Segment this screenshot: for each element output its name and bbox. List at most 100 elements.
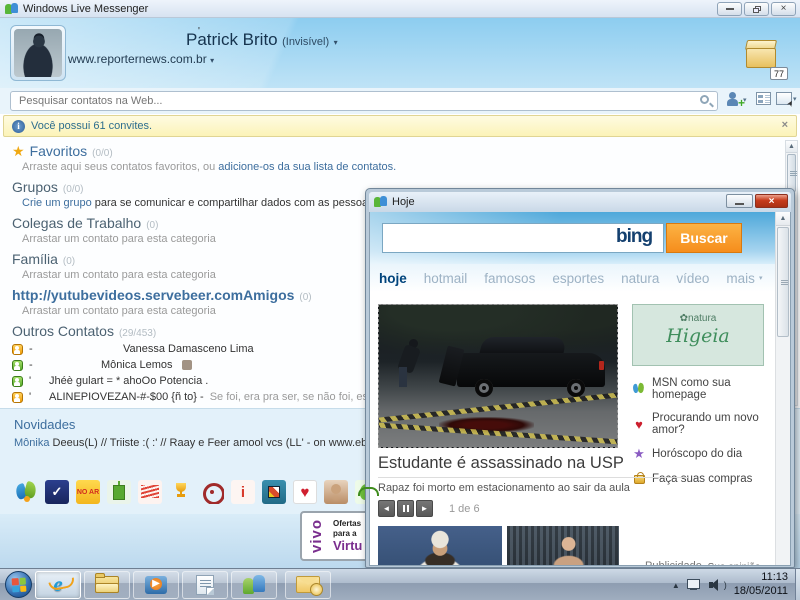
close-button[interactable]: × — [771, 2, 796, 16]
scroll-up-icon[interactable]: ▲ — [786, 141, 797, 153]
status-busy-icon — [12, 344, 23, 355]
hoje-titlebar[interactable]: Hoje × — [369, 192, 791, 212]
tab-hoje[interactable]: hoje — [379, 271, 407, 286]
tab-mais[interactable]: mais — [726, 271, 755, 286]
tab-natura[interactable]: natura — [621, 271, 659, 286]
amor-link[interactable]: ♥ Procurando um novo amor? — [632, 412, 772, 436]
taskbar-outlook-button[interactable] — [285, 571, 331, 599]
view-options-button[interactable] — [756, 92, 771, 105]
cube-icon[interactable] — [262, 480, 286, 504]
add-contact-icon: + — [726, 92, 742, 108]
natura-ad[interactable]: ✿natura Higeia — [632, 304, 764, 366]
invites-notification[interactable]: i Você possui 61 convites. × — [3, 115, 797, 137]
chevron-down-icon: ▾ — [334, 38, 338, 47]
tab-famosos[interactable]: famosos — [484, 271, 535, 286]
volume-icon[interactable] — [709, 579, 723, 591]
minimize-icon — [726, 8, 734, 10]
tab-esportes[interactable]: esportes — [552, 271, 604, 286]
tab-hotmail[interactable]: hotmail — [424, 271, 468, 286]
news-thumbnail-2[interactable] — [507, 526, 619, 566]
mail-button[interactable]: 77 — [742, 44, 782, 74]
msn-homepage-link[interactable]: MSN como sua homepage — [632, 377, 772, 401]
buscar-button[interactable]: Buscar — [666, 223, 742, 253]
news-thumbnail-1[interactable] — [378, 526, 502, 566]
hint-text: Arraste aqui seus contatos favoritos, ou — [22, 161, 218, 173]
link-label: Procurando um novo amor? — [652, 412, 772, 436]
search-input[interactable] — [10, 91, 718, 111]
contact-name: Vanessa Damasceno Lima — [49, 343, 254, 355]
steering-wheel-icon[interactable] — [200, 480, 224, 504]
add-favorites-link[interactable]: adicione-os da sua lista de contatos. — [218, 161, 396, 173]
taskbar-ie-button[interactable]: e — [35, 571, 81, 599]
photo-wheel — [567, 379, 585, 397]
novidades-author-link[interactable]: Mônika — [14, 437, 49, 449]
natura-brand-text: natura — [688, 313, 716, 324]
heart-app-icon[interactable]: ♥ — [293, 480, 317, 504]
scrollbar-thumb[interactable] — [787, 154, 796, 192]
section-count: (29/453) — [119, 328, 156, 339]
section-count: (0) — [63, 256, 75, 267]
contact-name: ALINEPIOVEZAN-#-$00 {ñ to} - — [49, 391, 204, 403]
carousel-next-button[interactable]: ► — [416, 500, 433, 517]
no-ar-icon[interactable]: NO AR — [76, 480, 100, 504]
sua-opiniao-button[interactable]: Sua opinião ▾ — [708, 562, 768, 566]
carousel-prev-button[interactable]: ◄ — [378, 500, 395, 517]
section-name: Outros Contatos — [12, 323, 114, 339]
section-name: Colegas de Trabalho — [12, 215, 141, 231]
carousel-position: 1 de 6 — [449, 503, 480, 515]
search-row: + ▾ ▾ — [0, 88, 800, 114]
hoje-scrollbar[interactable]: ▲ — [775, 212, 790, 565]
trophy-icon[interactable] — [169, 480, 193, 504]
minimize-button[interactable] — [717, 2, 742, 16]
taskbar-messenger-button[interactable] — [231, 571, 277, 599]
carousel-pause-button[interactable] — [397, 500, 414, 517]
taskbar-mediaplayer-button[interactable] — [133, 571, 179, 599]
compras-link[interactable]: Faça suas compras — [632, 472, 772, 486]
taskbar-explorer-button[interactable] — [84, 571, 130, 599]
msn-butterfly-icon[interactable] — [14, 480, 38, 504]
section-hint: Arraste aqui seus contatos favoritos, ou… — [12, 161, 800, 177]
restore-button[interactable] — [744, 2, 769, 16]
news-photo[interactable] — [378, 304, 618, 448]
messenger-titlebar[interactable]: Windows Live Messenger × — [0, 0, 800, 18]
notification-close-icon[interactable]: × — [782, 119, 788, 131]
notification-text: Você possui 61 convites. — [31, 120, 152, 132]
tray-expand-icon[interactable]: ▲ — [672, 581, 680, 590]
scrollbar-thumb[interactable] — [777, 227, 789, 337]
hoje-close-button[interactable]: × — [755, 194, 788, 208]
red-figure-icon[interactable]: i — [231, 480, 255, 504]
news-headline[interactable]: Estudante é assassinado na USP — [378, 454, 698, 473]
section-count: (0) — [299, 292, 311, 303]
status-message-menu[interactable]: www.reporternews.com.br ▾ — [68, 52, 214, 66]
taskbar-notepad-button[interactable] — [182, 571, 228, 599]
section-favoritos[interactable]: ★ Favoritos (0/0) — [12, 143, 800, 161]
share-button[interactable]: ▾ — [776, 92, 797, 105]
photo-app-icon[interactable] — [324, 480, 348, 504]
flag-icon[interactable] — [138, 480, 162, 504]
check-app-icon[interactable]: ✓ — [45, 480, 69, 504]
add-contact-button[interactable]: + ▾ — [726, 92, 747, 108]
search-icon[interactable] — [700, 95, 709, 104]
clock[interactable]: 11:13 18/05/2011 — [734, 571, 794, 599]
natura-product-name: Higeia — [633, 325, 763, 347]
mail-icon-body — [746, 48, 776, 68]
shopping-bag-icon — [632, 472, 646, 486]
tab-video[interactable]: vídeo — [676, 271, 709, 286]
contact-prefix: ' — [29, 375, 43, 387]
create-group-link[interactable]: Crie um grupo — [22, 197, 92, 209]
windows-logo-icon — [12, 578, 27, 593]
user-name-menu[interactable]: Patrick Brito (Invisível) ▾ — [186, 30, 486, 50]
status-message: www.reporternews.com.br — [68, 52, 207, 66]
section-name: http://yutubevideos.servebeer.comAmigos — [12, 287, 294, 303]
hoje-tabs: hoje hotmail famosos esportes natura víd… — [370, 264, 777, 292]
system-tray: ▲ ) 11:13 18/05/2011 — [672, 569, 794, 600]
status-online-icon — [12, 360, 23, 371]
network-icon[interactable] — [687, 579, 702, 591]
hoje-minimize-button[interactable] — [726, 194, 753, 208]
scroll-up-icon[interactable]: ▲ — [776, 212, 790, 226]
start-button[interactable] — [5, 571, 32, 598]
building-icon[interactable] — [107, 480, 131, 504]
show-desktop-button[interactable] — [795, 569, 800, 600]
avatar[interactable] — [10, 25, 66, 81]
avatar-photo — [14, 29, 62, 77]
